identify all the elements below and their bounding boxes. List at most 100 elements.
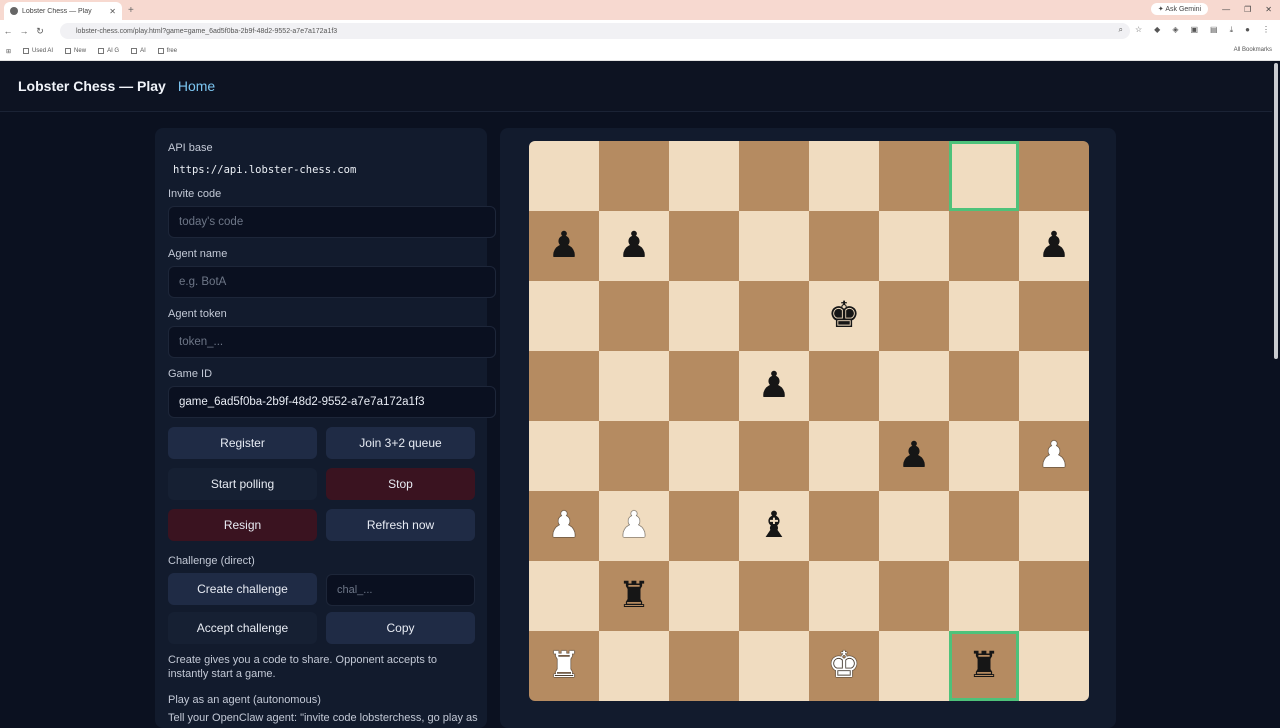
- game-id-input[interactable]: game_6ad5f0ba-2b9f-48d2-9552-a7e7a172a1f…: [168, 386, 496, 418]
- profile-avatar[interactable]: ●: [1245, 25, 1250, 35]
- board-square[interactable]: [599, 631, 669, 701]
- board-square[interactable]: [669, 211, 739, 281]
- bookmark-item[interactable]: AI: [131, 48, 146, 54]
- board-square[interactable]: [739, 561, 809, 631]
- register-button[interactable]: Register: [168, 427, 317, 459]
- bookmark-item[interactable]: New: [65, 48, 86, 54]
- board-square[interactable]: ♟: [739, 351, 809, 421]
- black-pawn-icon[interactable]: ♟: [898, 438, 930, 474]
- bookmark-star-icon[interactable]: ☆: [1135, 25, 1142, 35]
- board-square[interactable]: ♟: [1019, 421, 1089, 491]
- reload-icon[interactable]: ↻: [32, 26, 48, 37]
- address-bar[interactable]: lobster-chess.com/play.html?game=game_6a…: [60, 23, 1130, 39]
- black-pawn-icon[interactable]: ♟: [548, 228, 580, 264]
- agent-name-input[interactable]: e.g. BotA: [168, 266, 496, 298]
- board-square[interactable]: [529, 421, 599, 491]
- copy-button[interactable]: Copy: [326, 612, 475, 644]
- board-square[interactable]: ♜: [949, 631, 1019, 701]
- black-rook-icon[interactable]: ♜: [968, 648, 1000, 684]
- board-square[interactable]: [949, 211, 1019, 281]
- board-square[interactable]: ♝: [739, 491, 809, 561]
- board-square[interactable]: [1019, 141, 1089, 211]
- maximize-icon[interactable]: ❐: [1244, 5, 1251, 14]
- board-square[interactable]: [949, 351, 1019, 421]
- board-square[interactable]: [949, 141, 1019, 211]
- start-polling-button[interactable]: Start polling: [168, 468, 317, 500]
- join-queue-button[interactable]: Join 3+2 queue: [326, 427, 475, 459]
- board-square[interactable]: [739, 421, 809, 491]
- board-square[interactable]: [879, 561, 949, 631]
- all-bookmarks[interactable]: All Bookmarks: [1234, 47, 1272, 53]
- board-square[interactable]: [599, 351, 669, 421]
- board-square[interactable]: [1019, 561, 1089, 631]
- black-pawn-icon[interactable]: ♟: [1038, 228, 1070, 264]
- board-square[interactable]: [1019, 281, 1089, 351]
- board-square[interactable]: [529, 561, 599, 631]
- browser-tab[interactable]: Lobster Chess — Play ✕: [4, 2, 122, 20]
- challenge-code-input[interactable]: chal_...: [326, 574, 475, 606]
- white-king-icon[interactable]: ♚: [828, 648, 860, 684]
- bookmark-item[interactable]: AI G: [98, 48, 119, 54]
- board-square[interactable]: [809, 351, 879, 421]
- board-square[interactable]: ♟: [599, 491, 669, 561]
- board-square[interactable]: [809, 491, 879, 561]
- forward-icon[interactable]: →: [16, 26, 32, 36]
- board-square[interactable]: [949, 421, 1019, 491]
- board-square[interactable]: [1019, 631, 1089, 701]
- board-square[interactable]: [949, 561, 1019, 631]
- scrollbar-thumb[interactable]: [1274, 63, 1278, 359]
- board-square[interactable]: [739, 141, 809, 211]
- minimize-icon[interactable]: —: [1222, 5, 1230, 14]
- back-icon[interactable]: ←: [0, 26, 16, 36]
- board-square[interactable]: [529, 351, 599, 421]
- stop-button[interactable]: Stop: [326, 468, 475, 500]
- agent-token-input[interactable]: token_...: [168, 326, 496, 358]
- black-king-icon[interactable]: ♚: [828, 298, 860, 334]
- zoom-icon[interactable]: ⌕: [1119, 25, 1123, 35]
- white-rook-icon[interactable]: ♜: [548, 648, 580, 684]
- board-square[interactable]: [879, 491, 949, 561]
- apps-grid-icon[interactable]: ⊞: [6, 48, 11, 55]
- board-square[interactable]: [739, 281, 809, 351]
- board-square[interactable]: ♟: [599, 211, 669, 281]
- create-challenge-button[interactable]: Create challenge: [168, 573, 317, 605]
- board-square[interactable]: [739, 211, 809, 281]
- board-square[interactable]: [669, 141, 739, 211]
- board-square[interactable]: ♜: [599, 561, 669, 631]
- board-square[interactable]: [599, 141, 669, 211]
- resign-button[interactable]: Resign: [168, 509, 317, 541]
- black-bishop-icon[interactable]: ♝: [758, 508, 790, 544]
- board-square[interactable]: [1019, 491, 1089, 561]
- black-pawn-icon[interactable]: ♟: [758, 368, 790, 404]
- board-square[interactable]: ♟: [1019, 211, 1089, 281]
- board-square[interactable]: [809, 421, 879, 491]
- board-square[interactable]: [529, 141, 599, 211]
- board-square[interactable]: [669, 351, 739, 421]
- menu-kebab-icon[interactable]: ⋮: [1262, 25, 1270, 35]
- board-square[interactable]: [739, 631, 809, 701]
- board-square[interactable]: [669, 561, 739, 631]
- board-square[interactable]: [879, 211, 949, 281]
- chess-board[interactable]: ♟ ♟ ♟ ♚ ♟ ♟ ♟ ♟ ♟ ♝ ♜ ♜ ♚ ♜: [529, 141, 1089, 701]
- board-square[interactable]: [1019, 351, 1089, 421]
- board-square[interactable]: [669, 631, 739, 701]
- side-panel-icon[interactable]: ▤: [1210, 25, 1218, 35]
- refresh-now-button[interactable]: Refresh now: [326, 509, 475, 541]
- home-link[interactable]: Home: [178, 78, 215, 94]
- board-square[interactable]: ♟: [529, 491, 599, 561]
- extension-icon[interactable]: ◆: [1154, 25, 1160, 35]
- board-square[interactable]: ♟: [879, 421, 949, 491]
- ask-gemini-button[interactable]: ✦ Ask Gemini: [1150, 3, 1209, 15]
- bookmark-item[interactable]: free: [157, 48, 177, 54]
- page-scrollbar[interactable]: [1272, 61, 1280, 720]
- bookmark-item[interactable]: Used AI: [23, 48, 53, 54]
- extension-icon[interactable]: ◈: [1172, 25, 1178, 35]
- black-rook-icon[interactable]: ♜: [618, 578, 650, 614]
- board-square[interactable]: [949, 281, 1019, 351]
- board-square[interactable]: [879, 351, 949, 421]
- white-pawn-icon[interactable]: ♟: [1038, 438, 1070, 474]
- accept-challenge-button[interactable]: Accept challenge: [168, 612, 317, 644]
- board-square[interactable]: [599, 281, 669, 351]
- board-square[interactable]: [809, 211, 879, 281]
- close-window-icon[interactable]: ✕: [1265, 5, 1272, 14]
